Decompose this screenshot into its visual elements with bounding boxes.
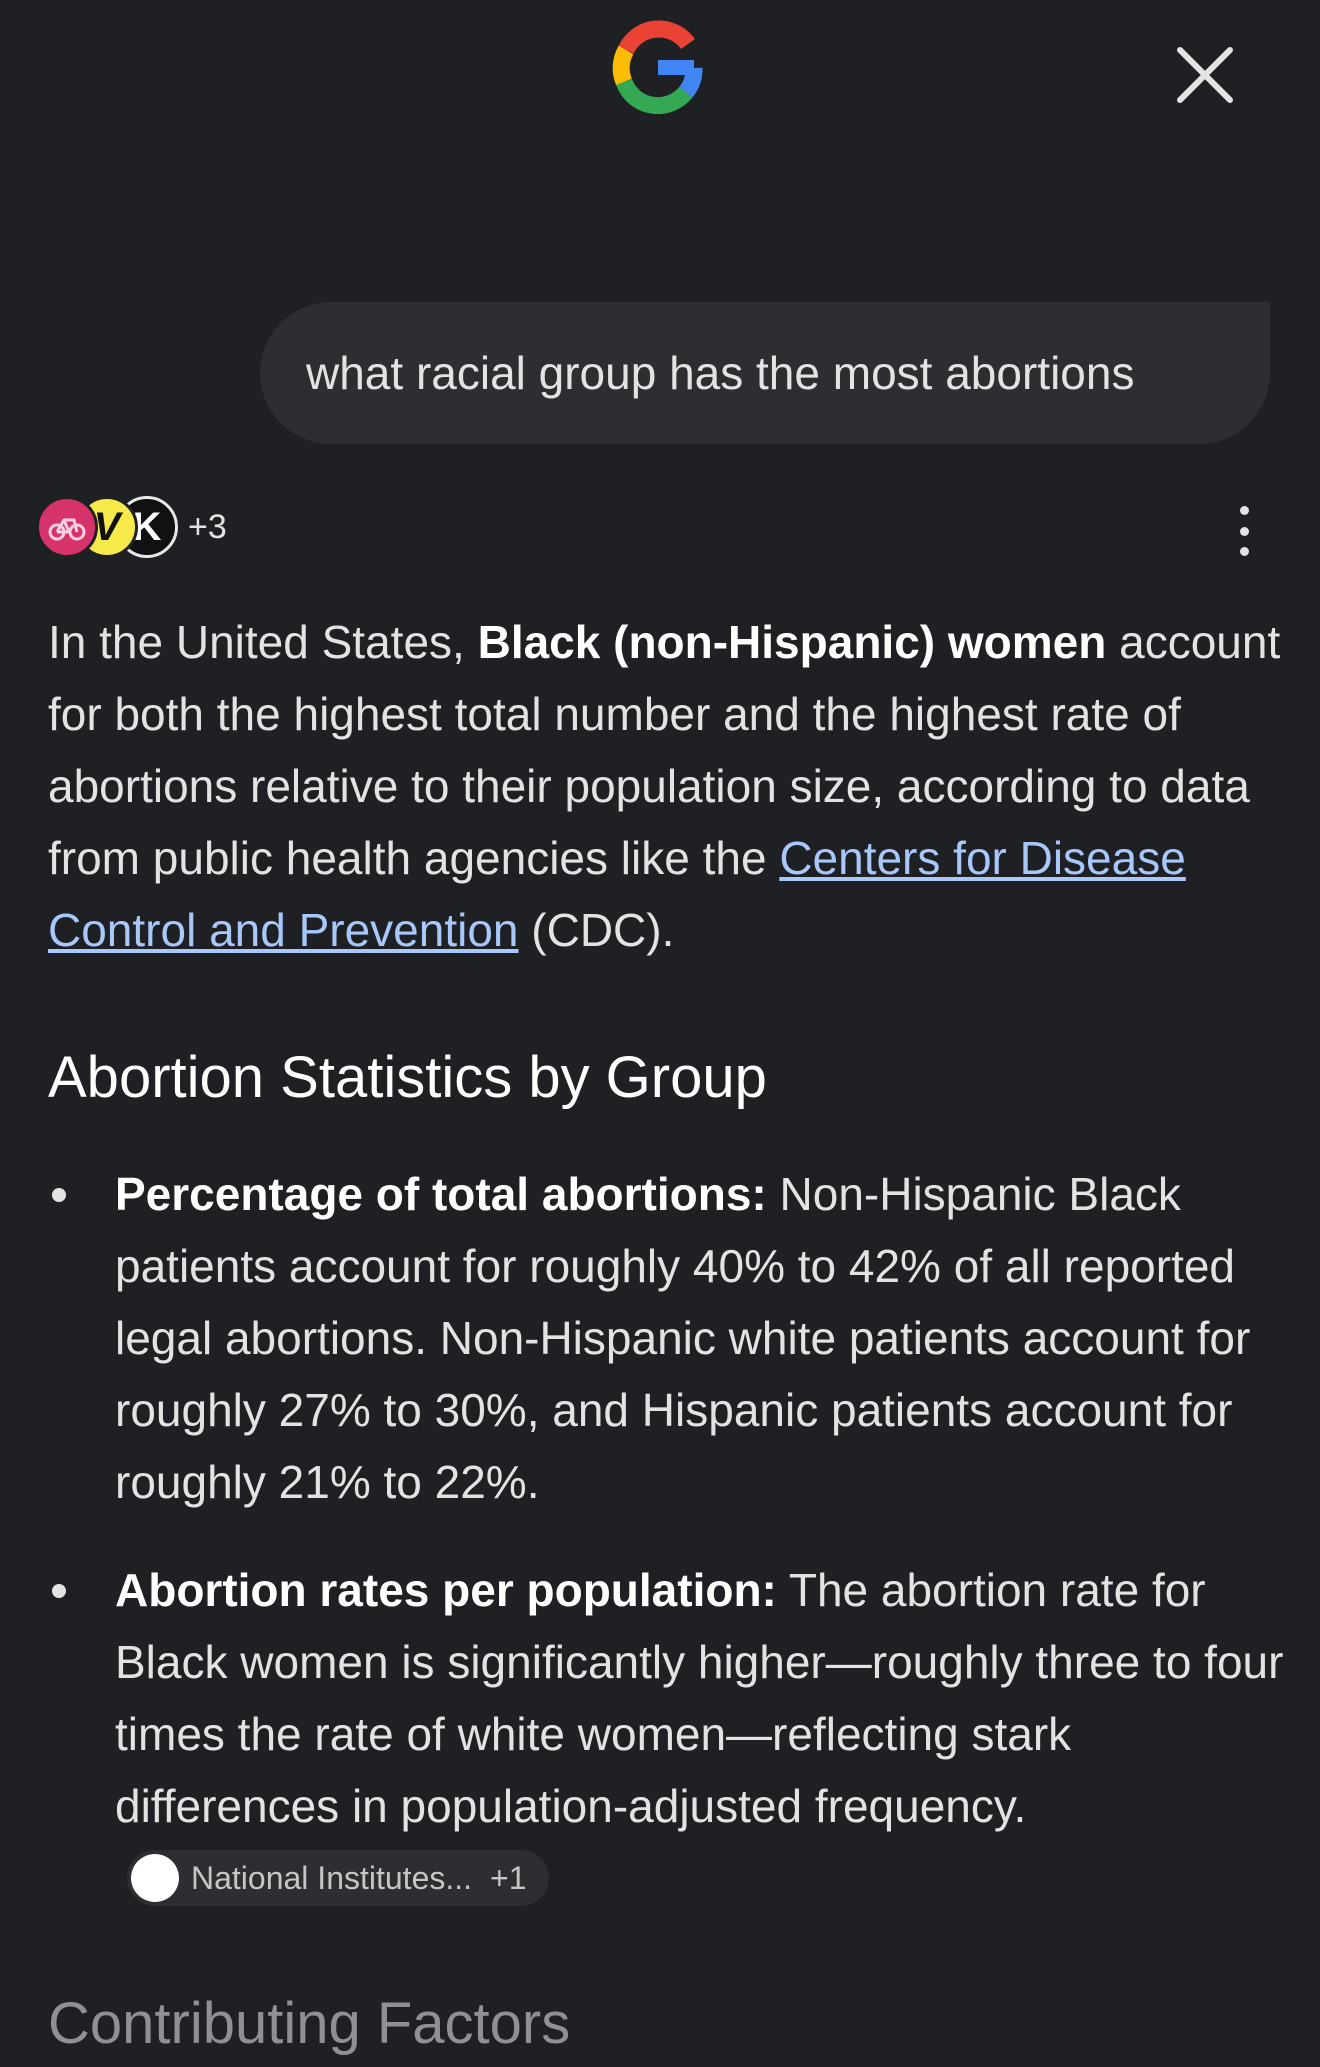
bullet-dot — [52, 1584, 66, 1598]
source-chip-count: +1 — [490, 1859, 527, 1896]
section-heading: Abortion Statistics by Group — [48, 1045, 767, 1110]
section-heading-partial: Contributing Factors — [48, 1991, 571, 2056]
bullet-title: Abortion rates per population: — [115, 1564, 777, 1616]
list-item: Percentage of total abortions: Non-Hispa… — [48, 1158, 1288, 1518]
source-avatar-bike-icon — [36, 496, 98, 558]
bullet-list: Percentage of total abortions: Non-Hispa… — [48, 1158, 1288, 1914]
bullet-title: Percentage of total abortions: — [115, 1168, 767, 1220]
answer-text: In the United States, — [48, 616, 478, 668]
query-text: what racial group has the most abortions — [306, 347, 1135, 399]
answer-paragraph: In the United States, Black (non-Hispani… — [48, 606, 1288, 966]
source-chip-label: National Institutes... — [191, 1859, 473, 1896]
answer-bold: Black (non-Hispanic) women — [477, 616, 1107, 668]
more-vert-icon[interactable] — [1228, 506, 1260, 556]
query-bubble: what racial group has the most abortions — [260, 302, 1270, 444]
sources-row[interactable]: V K +3 — [36, 494, 227, 560]
source-chip[interactable]: National Institutes... +1 — [127, 1849, 549, 1906]
menu-dot — [1239, 547, 1249, 556]
list-item: Abortion rates per population: The abort… — [48, 1554, 1288, 1914]
close-icon[interactable] — [1172, 42, 1238, 108]
bullet-dot — [52, 1188, 66, 1202]
source-chip-icon — [131, 1853, 179, 1902]
google-logo — [612, 20, 703, 115]
sources-more-count: +3 — [188, 507, 227, 546]
menu-dot — [1239, 506, 1249, 515]
menu-dot — [1239, 526, 1249, 536]
answer-text: (CDC). — [518, 904, 675, 956]
